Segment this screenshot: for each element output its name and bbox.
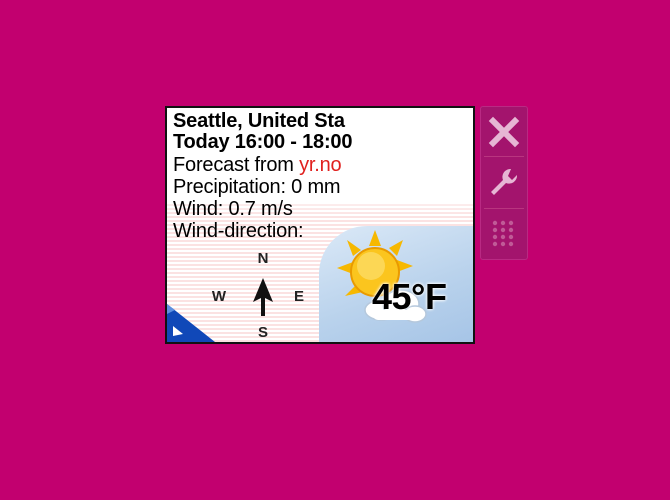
weather-gadget: Seattle, United Sta Today 16:00 - 18:00 … — [165, 106, 528, 348]
time-range-label: Today 16:00 - 18:00 — [173, 131, 353, 153]
wrench-icon — [491, 168, 518, 195]
forecast-source-line: Forecast from yr.no — [173, 154, 342, 176]
wind-arrow-icon — [253, 278, 273, 316]
gadget-toolbar — [480, 106, 528, 260]
forecast-prefix: Forecast from — [173, 154, 300, 176]
toolbar-separator — [484, 156, 524, 157]
weather-panel[interactable]: Seattle, United Sta Today 16:00 - 18:00 … — [165, 106, 475, 344]
options-button[interactable] — [480, 158, 528, 206]
compass-east: E — [293, 288, 304, 305]
compass-north: N — [257, 250, 269, 267]
close-icon — [488, 116, 520, 148]
temperature-value: 45°F — [372, 276, 447, 317]
close-button[interactable] — [480, 108, 528, 156]
drag-handle-icon — [492, 220, 514, 247]
wind-direction-label: Wind-direction: — [173, 220, 304, 242]
forecast-source-link[interactable]: yr.no — [299, 154, 342, 176]
toolbar-separator — [484, 208, 524, 209]
precipitation-label: Precipitation: 0 mm — [173, 176, 341, 198]
compass-west: W — [211, 288, 227, 305]
desktop-background: { "weather": { "location": "Seattle, Uni… — [0, 0, 670, 500]
location-label: Seattle, United Sta — [173, 110, 345, 132]
drag-handle[interactable] — [480, 210, 528, 258]
compass-south: S — [257, 324, 268, 341]
wind-speed-label: Wind: 0.7 m/s — [173, 198, 293, 220]
wind-compass: N S W E — [207, 250, 319, 342]
